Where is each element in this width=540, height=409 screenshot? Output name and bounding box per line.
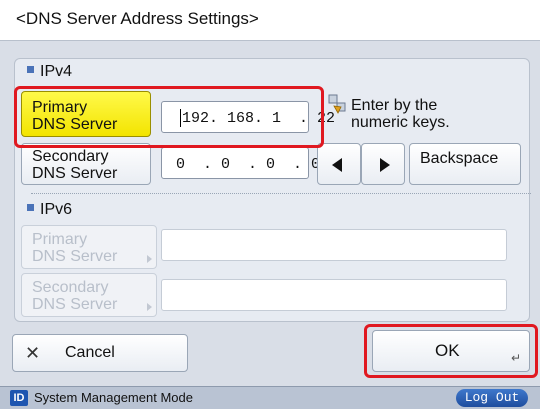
cancel-button[interactable]: ✕ Cancel <box>12 334 188 372</box>
hint-line1: Enter by the <box>351 97 438 114</box>
ipv4-section-text: IPv4 <box>40 63 73 80</box>
logout-button[interactable]: Log Out <box>456 389 528 407</box>
ipv6-secondary-label-line2: DNS Server <box>32 296 118 313</box>
secondary-dns-label: Secondary DNS Server <box>32 148 117 182</box>
secondary-label-line1: Secondary <box>32 148 109 165</box>
close-icon: ✕ <box>25 343 41 363</box>
ipv6-secondary-label-line1: Secondary <box>32 279 109 296</box>
cursor-left-button[interactable] <box>317 143 361 185</box>
hint-line2: numeric keys. <box>351 114 450 131</box>
primary-dns-ipv6-button[interactable]: Primary DNS Server <box>21 225 157 269</box>
ipv6-primary-label: Primary DNS Server <box>32 231 117 265</box>
highlight-ok-outline <box>364 324 538 378</box>
submenu-arrow-icon <box>147 255 152 263</box>
secondary-dns-ipv6-button[interactable]: Secondary DNS Server <box>21 273 157 317</box>
backspace-button[interactable]: Backspace <box>409 143 521 185</box>
cursor-right-button[interactable] <box>361 143 405 185</box>
secondary-label-line2: DNS Server <box>32 165 118 182</box>
keypad-hint-icon <box>325 93 349 117</box>
backspace-label: Backspace <box>420 150 499 167</box>
highlight-primary-dns-outline <box>14 86 324 148</box>
ipv6-section-text: IPv6 <box>40 201 73 218</box>
section-bullet-icon <box>27 66 34 74</box>
secondary-dns-ipv4-button[interactable]: Secondary DNS Server <box>21 143 151 185</box>
title-bar: <DNS Server Address Settings> <box>0 0 540 41</box>
id-icon: ID <box>10 390 28 406</box>
ipv4-section-label: IPv4 <box>27 63 72 81</box>
mode-text: System Management Mode <box>34 390 193 405</box>
dns-settings-screen: <DNS Server Address Settings> IPv4 Prima… <box>0 0 540 409</box>
cancel-label: Cancel <box>65 344 115 361</box>
secondary-dns-ipv4-input[interactable]: 0 . 0 . 0 . 0 <box>161 147 320 179</box>
section-divider <box>31 193 531 194</box>
left-arrow-icon <box>332 158 342 172</box>
status-bar: ID System Management Mode Log Out <box>0 386 540 409</box>
submenu-arrow-icon <box>147 303 152 311</box>
primary-dns-ipv6-input[interactable] <box>161 229 507 261</box>
secondary-dns-value: 0 . 0 . 0 . 0 <box>176 156 321 173</box>
keypad-hint-text: Enter by the numeric keys. <box>351 97 450 131</box>
ipv6-primary-label-line2: DNS Server <box>32 248 118 265</box>
section-bullet-icon <box>27 204 34 212</box>
secondary-dns-ipv6-input[interactable] <box>161 279 507 311</box>
ipv6-section-label: IPv6 <box>27 201 72 219</box>
ipv6-primary-label-line1: Primary <box>32 231 88 248</box>
page-title: <DNS Server Address Settings> <box>16 9 259 28</box>
ipv6-secondary-label: Secondary DNS Server <box>32 279 117 313</box>
right-arrow-icon <box>380 158 390 172</box>
